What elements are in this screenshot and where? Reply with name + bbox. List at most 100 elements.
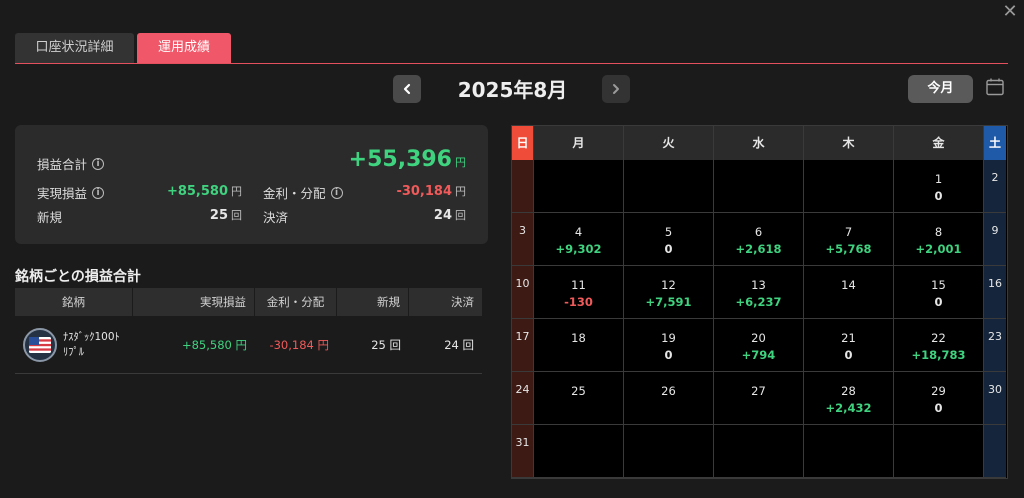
stock-name: ﾅｽﾀﾞｯｸ100ﾄ ﾘﾌﾟﾙ bbox=[63, 330, 120, 360]
calendar-day-cell[interactable]: 10 bbox=[512, 266, 534, 319]
next-month-button[interactable] bbox=[602, 75, 630, 103]
tab-bar: 口座状況詳細 運用成績 bbox=[15, 33, 1008, 64]
interest-value: -30,184 円 bbox=[396, 183, 466, 199]
calendar-day-cell[interactable]: 28 +2,432 bbox=[804, 372, 894, 425]
realized-pnl-label-group: 実現損益 i bbox=[37, 183, 105, 202]
calendar-day-cell bbox=[984, 425, 1006, 478]
calendar-day-cell[interactable]: 13 +6,237 bbox=[714, 266, 804, 319]
stock-pnl-title: 銘柄ごとの損益合計 bbox=[15, 269, 141, 285]
info-icon[interactable]: i bbox=[330, 186, 343, 199]
new-count-number: 25 bbox=[209, 208, 228, 223]
day-pnl: 0 bbox=[934, 401, 943, 415]
day-pnl: 0 bbox=[934, 189, 943, 203]
table-row[interactable]: ﾅｽﾀﾞｯｸ100ﾄ ﾘﾌﾟﾙ +85,580 円 -30,184 円 25 回… bbox=[15, 316, 482, 374]
realized-pnl-amount: +85,580 bbox=[166, 184, 228, 199]
day-number: 31 bbox=[515, 436, 530, 449]
stock-name-line2: ﾘﾌﾟﾙ bbox=[63, 345, 84, 358]
calendar-day-cell[interactable]: 8 +2,001 bbox=[894, 213, 984, 266]
yen-unit: 円 bbox=[455, 156, 466, 169]
calendar-day-cell[interactable]: 3 bbox=[512, 213, 534, 266]
stock-interest: -30,184 円 bbox=[269, 337, 329, 352]
day-number: 18 bbox=[571, 331, 586, 345]
calendar-day-cell[interactable]: 30 bbox=[984, 372, 1006, 425]
current-month: 2025年8月 bbox=[457, 78, 568, 102]
total-pnl-value: +55,396 円 bbox=[349, 147, 466, 172]
total-pnl-label-group: 損益合計 i bbox=[37, 154, 105, 173]
realized-pnl-label: 実現損益 bbox=[37, 186, 88, 201]
calendar-day-cell[interactable]: 11 -130 bbox=[534, 266, 624, 319]
calendar-day-cell[interactable]: 18 bbox=[534, 319, 624, 372]
calendar-day-cell[interactable]: 27 bbox=[714, 372, 804, 425]
calendar-day-cell[interactable]: 15 0 bbox=[894, 266, 984, 319]
stock-cell: ﾅｽﾀﾞｯｸ100ﾄ ﾘﾌﾟﾙ bbox=[15, 327, 133, 362]
chevron-left-icon bbox=[403, 83, 411, 95]
new-count-value: 25 回 bbox=[210, 207, 242, 223]
day-pnl: +7,591 bbox=[645, 295, 692, 309]
calendar-day-cell[interactable]: 16 bbox=[984, 266, 1006, 319]
calendar-day-cell[interactable]: 26 bbox=[624, 372, 714, 425]
column-header-realized: 実現損益 bbox=[133, 288, 255, 316]
calendar-day-cell[interactable]: 20 +794 bbox=[714, 319, 804, 372]
calendar-day-cell[interactable]: 4 +9,302 bbox=[534, 213, 624, 266]
calendar-icon[interactable] bbox=[985, 77, 1005, 97]
weekday-header: 月 bbox=[534, 126, 624, 160]
calendar-day-cell[interactable]: 21 0 bbox=[804, 319, 894, 372]
day-pnl: +9,302 bbox=[555, 242, 602, 256]
day-number: 5 bbox=[664, 225, 673, 239]
calendar-day-cell[interactable]: 31 bbox=[512, 425, 534, 478]
calendar-day-cell[interactable]: 24 bbox=[512, 372, 534, 425]
calendar-day-cell bbox=[804, 160, 894, 213]
calendar-day-cell[interactable]: 9 bbox=[984, 213, 1006, 266]
interest-label: 金利・分配 bbox=[263, 186, 326, 201]
weekday-header: 日 bbox=[512, 126, 534, 160]
table-header: 銘柄 実現損益 金利・分配 新規 決済 bbox=[15, 288, 482, 316]
tab-account-details[interactable]: 口座状況詳細 bbox=[15, 33, 134, 63]
day-number: 28 bbox=[841, 384, 856, 398]
calendar-day-cell[interactable]: 6 +2,618 bbox=[714, 213, 804, 266]
day-pnl: +5,768 bbox=[825, 242, 872, 256]
calendar-day-cell[interactable]: 50 bbox=[624, 213, 714, 266]
calendar-day-cell[interactable]: 10 bbox=[894, 160, 984, 213]
day-number: 25 bbox=[571, 384, 586, 398]
stock-settle: 24 回 bbox=[444, 337, 474, 352]
calendar-day-cell[interactable]: 19 0 bbox=[624, 319, 714, 372]
column-header-stock: 銘柄 bbox=[15, 288, 133, 316]
calendar-day-cell[interactable]: 22 +18,783 bbox=[894, 319, 984, 372]
day-pnl: +2,618 bbox=[735, 242, 782, 256]
info-icon[interactable]: i bbox=[92, 157, 105, 170]
calendar-day-cell bbox=[624, 425, 714, 478]
day-pnl: +794 bbox=[741, 348, 776, 362]
day-pnl: +2,432 bbox=[825, 401, 872, 415]
calendar-day-cell[interactable]: 25 bbox=[534, 372, 624, 425]
weekday-header: 木 bbox=[804, 126, 894, 160]
this-month-button[interactable]: 今月 bbox=[908, 75, 973, 103]
count-unit: 回 bbox=[455, 209, 466, 222]
day-number: 19 bbox=[661, 331, 676, 345]
new-count-label-group: 新規 bbox=[37, 207, 62, 226]
calendar-day-cell[interactable]: 17 bbox=[512, 319, 534, 372]
calendar-day-cell[interactable]: 14 bbox=[804, 266, 894, 319]
calendar-day-cell[interactable]: 29 0 bbox=[894, 372, 984, 425]
close-icon[interactable]: ✕ bbox=[1000, 2, 1020, 22]
prev-month-button[interactable] bbox=[393, 75, 421, 103]
calendar-day-cell[interactable]: 12 +7,591 bbox=[624, 266, 714, 319]
stock-realized: +85,580 円 bbox=[181, 337, 247, 352]
calendar-day-cell bbox=[512, 160, 534, 213]
calendar-day-cell[interactable]: 2 bbox=[984, 160, 1006, 213]
day-number: 15 bbox=[931, 278, 946, 292]
total-pnl-label: 損益合計 bbox=[37, 157, 88, 172]
tab-performance[interactable]: 運用成績 bbox=[137, 33, 231, 63]
day-number: 30 bbox=[988, 383, 1002, 396]
calendar-day-cell[interactable]: 7 +5,768 bbox=[804, 213, 894, 266]
weekday-header: 水 bbox=[714, 126, 804, 160]
day-number: 6 bbox=[754, 225, 763, 239]
info-icon[interactable]: i bbox=[92, 186, 105, 199]
interest-amount: -30,184 bbox=[396, 184, 452, 199]
day-pnl: +6,237 bbox=[735, 295, 782, 309]
weekday-header: 土 bbox=[984, 126, 1006, 160]
day-number: 3 bbox=[519, 224, 526, 237]
column-header-settle: 決済 bbox=[451, 295, 474, 309]
day-number: 26 bbox=[661, 384, 676, 398]
calendar-day-cell[interactable]: 23 bbox=[984, 319, 1006, 372]
settle-count-number: 24 bbox=[433, 208, 452, 223]
